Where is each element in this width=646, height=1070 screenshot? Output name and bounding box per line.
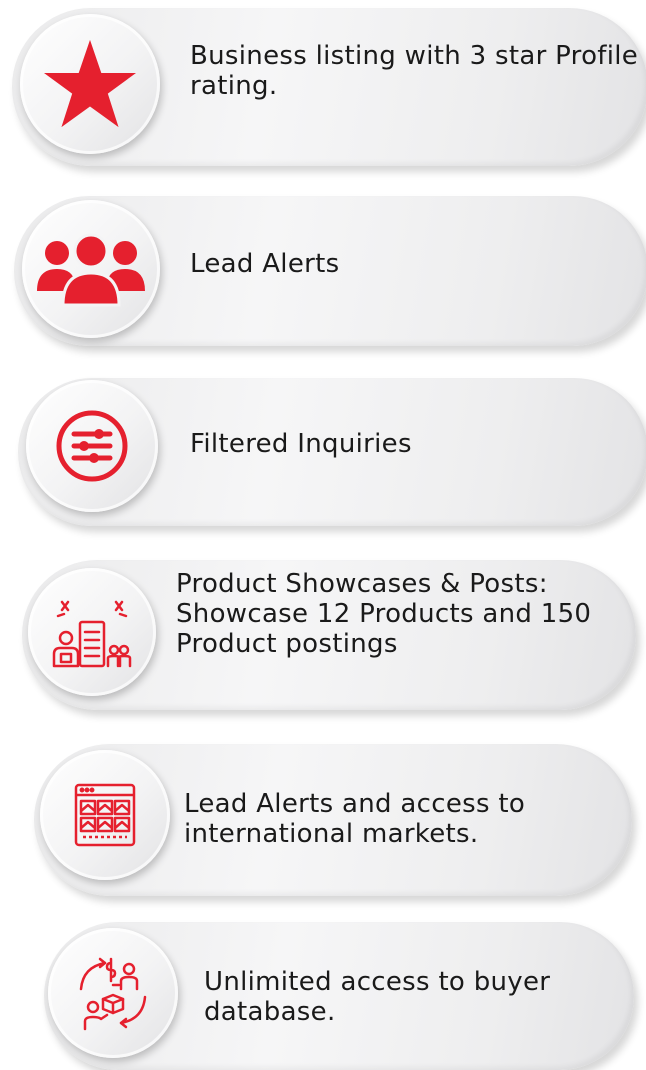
feature-label: Lead Alerts (190, 249, 340, 279)
users-group-icon (37, 229, 145, 309)
feature-label: Product Showcases & Posts: Showcase 12 P… (176, 569, 592, 659)
feature-label: Business listing with 3 star Profile rat… (190, 41, 639, 101)
icon-circle (40, 750, 170, 880)
filter-sliders-icon (54, 408, 130, 484)
buyer-exchange-icon (73, 955, 153, 1031)
web-grid-icon (74, 783, 136, 847)
icon-circle (28, 568, 156, 696)
feature-label: Lead Alerts and access to international … (184, 789, 526, 849)
icon-circle (20, 14, 160, 154)
icon-circle (48, 928, 178, 1058)
feature-label: Unlimited access to buyer database. (204, 967, 551, 1027)
star-icon (42, 38, 138, 130)
feature-label: Filtered Inquiries (190, 429, 412, 459)
product-showcase-icon (48, 592, 136, 672)
icon-circle (26, 380, 158, 512)
icon-circle (22, 200, 160, 338)
